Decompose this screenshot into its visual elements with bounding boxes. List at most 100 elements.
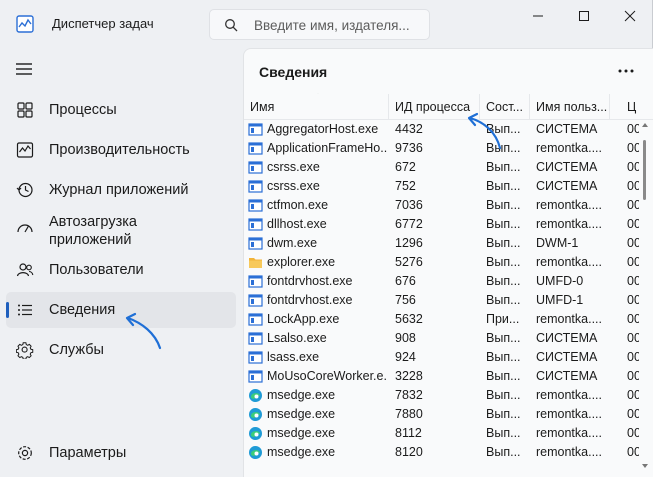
sidebar-item-label: Процессы [49,102,117,118]
process-cpu: 00 [627,350,639,364]
process-cpu: 00 [627,312,639,326]
minimize-button[interactable] [515,0,561,32]
close-button[interactable] [607,0,653,32]
process-user: remontka.... [536,198,602,212]
active-indicator [6,302,9,318]
table-row[interactable]: ctfmon.exe 7036 Вып... remontka.... 00 [244,196,639,215]
annotation-arrow-icon [125,312,162,350]
process-status: Вып... [486,388,521,402]
annotation-arrow-icon [467,112,502,150]
app-window-icon [248,160,263,175]
app-window-icon [248,217,263,232]
process-name: fontdrvhost.exe [267,274,353,288]
process-status: Вып... [486,293,521,307]
app-title: Диспетчер задач [52,16,154,31]
app-window-icon [248,350,263,365]
table-row[interactable]: dwm.exe 1296 Вып... DWM-1 00 [244,234,639,253]
process-cpu: 00 [627,179,639,193]
table-header: Имя ИД процесса Сост... Имя польз... Ц [244,94,653,120]
app-window-icon [248,331,263,346]
process-status: При... [486,312,520,326]
process-status: Вып... [486,217,521,231]
table-row[interactable]: dllhost.exe 6772 Вып... remontka.... 00 [244,215,639,234]
title-bar: Диспетчер задач [0,0,653,48]
column-header-cpu[interactable]: Ц [621,94,641,120]
sidebar-item-settings[interactable]: Параметры [6,435,236,471]
process-user: СИСТЕМА [536,179,598,193]
process-pid: 924 [395,350,416,364]
process-cpu: 00 [627,198,639,212]
process-cpu: 00 [627,388,639,402]
page-title: Сведения [259,64,328,80]
table-row[interactable]: csrss.exe 752 Вып... СИСТЕМА 00 [244,177,639,196]
edge-browser-icon [248,426,263,441]
search-box[interactable] [209,9,430,40]
process-status: Вып... [486,274,521,288]
table-row[interactable]: LockApp.exe 5632 При... remontka.... 00 [244,310,639,329]
edge-browser-icon [248,445,263,460]
table-row[interactable]: Lsalso.exe 908 Вып... СИСТЕМА 00 [244,329,639,348]
process-user: UMFD-0 [536,274,584,288]
process-pid: 6772 [395,217,423,231]
sidebar-item-performance[interactable]: Производительность [6,132,236,168]
app-window-icon [248,293,263,308]
process-name: fontdrvhost.exe [267,293,353,307]
table-row[interactable]: fontdrvhost.exe 756 Вып... UMFD-1 00 [244,291,639,310]
process-status: Вып... [486,350,521,364]
app-window-icon [248,141,263,156]
process-user: DWM-1 [536,236,579,250]
column-header-username[interactable]: Имя польз... [530,94,610,120]
table-row[interactable]: msedge.exe 7880 Вып... remontka.... 00 [244,405,639,424]
maximize-icon [579,11,589,21]
column-header-name[interactable]: Имя [244,94,389,120]
process-user: remontka.... [536,312,602,326]
users-icon [16,263,34,277]
hamburger-menu-icon[interactable] [14,60,34,78]
table-row[interactable]: lsass.exe 924 Вып... СИСТЕМА 00 [244,348,639,367]
sidebar-item-processes[interactable]: Процессы [6,92,236,128]
table-row[interactable]: csrss.exe 672 Вып... СИСТЕМА 00 [244,158,639,177]
sidebar-item-users[interactable]: Пользователи [6,252,236,288]
process-cpu: 00 [627,160,639,174]
process-user: СИСТЕМА [536,369,598,383]
process-pid: 908 [395,331,416,345]
processes-icon [17,102,33,118]
process-cpu: 00 [627,141,639,155]
process-status: Вып... [486,160,521,174]
table-row[interactable]: msedge.exe 8112 Вып... remontka.... 00 [244,424,639,443]
process-status: Вып... [486,236,521,250]
search-input[interactable] [254,15,424,35]
performance-icon [16,142,34,158]
vertical-scrollbar[interactable] [642,120,648,475]
task-manager-icon [16,15,34,33]
sidebar-item-label: Производительность [49,142,190,158]
process-name: dllhost.exe [267,217,327,231]
table-row[interactable]: msedge.exe 8120 Вып... remontka.... 00 [244,443,639,462]
process-pid: 7832 [395,388,423,402]
table-row[interactable]: AggregatorHost.exe 4432 Вып... СИСТЕМА 00 [244,120,639,139]
table-row[interactable]: msedge.exe 7832 Вып... remontka.... 00 [244,386,639,405]
table-row[interactable]: fontdrvhost.exe 676 Вып... UMFD-0 00 [244,272,639,291]
table-row[interactable]: ApplicationFrameHo... 9736 Вып... remontka.… [244,139,639,158]
scroll-thumb[interactable] [643,140,646,200]
sidebar-item-startup[interactable]: Автозагрузка приложений [6,209,236,253]
table-row[interactable]: explorer.exe 5276 Вып... remontka.... 00 [244,253,639,272]
sidebar-item-app-history[interactable]: Журнал приложений [6,172,236,208]
table-row[interactable]: MoUsoCoreWorker.e... 3228 Вып... СИСТЕМА 00 [244,367,639,386]
process-pid: 752 [395,179,416,193]
process-cpu: 00 [627,236,639,250]
scroll-up-icon[interactable] [642,122,648,128]
process-cpu: 00 [627,369,639,383]
more-options-button[interactable] [616,63,636,79]
process-user: remontka.... [536,426,602,440]
maximize-button[interactable] [561,0,607,32]
scroll-down-icon[interactable] [642,463,648,469]
process-cpu: 00 [627,445,639,459]
process-name: Lsalso.exe [267,331,327,345]
edge-browser-icon [248,407,263,422]
startup-icon [17,224,33,233]
process-status: Вып... [486,179,521,193]
process-pid: 5632 [395,312,423,326]
process-status: Вып... [486,255,521,269]
process-status: Вып... [486,407,521,421]
